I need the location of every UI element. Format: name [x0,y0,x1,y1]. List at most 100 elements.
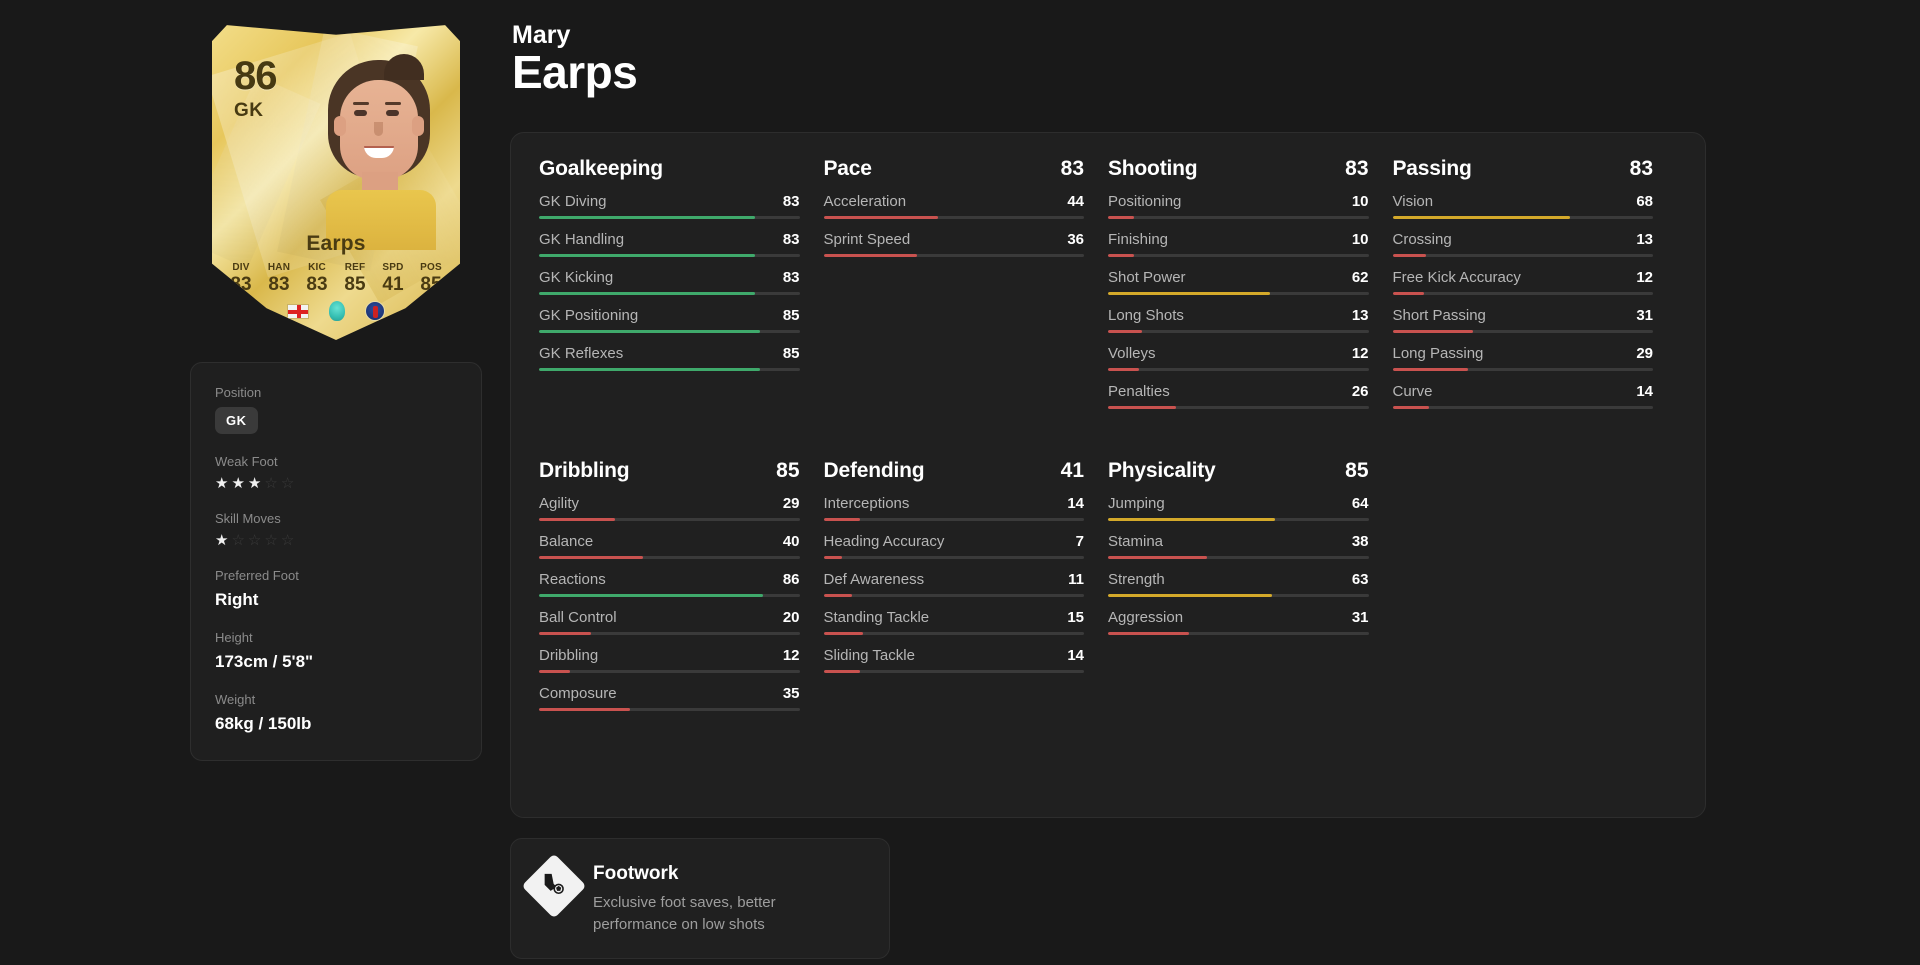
stat-name: GK Kicking [539,269,614,286]
info-preferred-foot: Preferred Foot Right [215,568,457,610]
info-weight-label: Weight [215,692,256,707]
stat-value: 14 [1067,647,1084,664]
playstyle-card-footwork[interactable]: Footwork Exclusive foot saves, better pe… [510,838,890,959]
star-icon: ☆ [280,532,295,549]
page-title: Mary Earps [512,22,638,97]
stat-value: 83 [782,193,800,210]
stat-name: Aggression [1108,609,1184,626]
info-position: Position GK [215,385,457,434]
stat-bar-track [1392,330,1653,333]
stat-bar-track [823,556,1084,559]
stat-name: Balance [539,533,594,550]
info-preferred-foot-label: Preferred Foot [215,568,299,583]
stat-value: 14 [1636,383,1653,400]
stat-bar-track [1108,254,1369,257]
stat-name: Acceleration [823,193,907,210]
stat-bar-fill [539,556,644,559]
stat-item: Vision 68 [1392,193,1653,219]
stat-item: Def Awareness 11 [823,571,1084,597]
stat-bar-track [1108,406,1369,409]
stat-item: Volleys 12 [1108,345,1369,371]
stat-bar-track [1108,632,1369,635]
stat-bar-fill [1108,368,1140,371]
stat-bar-track [539,330,800,333]
stat-name: Vision [1392,193,1434,210]
stat-bar-track [823,254,1084,257]
stat-group-header: Pace 83 [824,157,1085,181]
card-stat-key: KIC [308,262,326,273]
stat-name: Long Passing [1392,345,1484,362]
stat-name: Composure [539,685,617,702]
stat-bar-fill [823,594,853,597]
stat-bar-track [1108,216,1369,219]
info-height-label: Height [215,630,253,645]
stat-bar-track [539,368,800,371]
stat-name: GK Positioning [539,307,639,324]
star-icon: ☆ [247,532,262,549]
card-stat-key: HAN [267,262,291,273]
stat-group-header: Physicality 85 [1108,459,1369,483]
stat-value: 86 [782,571,800,588]
stat-item: Finishing 10 [1108,231,1369,257]
stat-name: Agility [539,495,580,512]
stat-bar-track [539,216,800,219]
stat-bar-fill [1108,292,1270,295]
stat-name: Penalties [1108,383,1170,400]
stat-name: Standing Tackle [823,609,930,626]
stats-row-top: Goalkeeping GK Diving 83 GK Handling 83 GK Ki… [539,157,1677,421]
stat-bar-track [1108,368,1369,371]
stat-item: Ball Control 20 [539,609,800,635]
info-skill-moves-label: Skill Moves [215,511,281,526]
stat-group-total: 83 [1629,157,1653,180]
star-icon: ★ [215,475,229,492]
stat-bar-fill [1108,330,1142,333]
stat-name: Interceptions [823,495,910,512]
stat-bar-fill [1108,556,1207,559]
england-flag-icon [287,303,309,319]
stat-bar-fill [823,632,863,635]
stat-bar-track [823,632,1084,635]
stat-bar-fill [1108,594,1273,597]
card-rating-block: 86 GK [234,56,277,120]
stat-value: 11 [1068,571,1084,588]
stat-bar-track [1108,292,1369,295]
stat-item: Dribbling 12 [539,647,800,673]
stat-value: 83 [782,231,800,248]
stat-value: 12 [1351,345,1369,362]
stat-bar-track [1392,254,1653,257]
stat-name: Ball Control [539,609,617,626]
stat-bar-track [1392,292,1653,295]
stat-bar-track [539,254,800,257]
stat-bar-track [1392,368,1653,371]
stat-value: 64 [1351,495,1369,512]
player-portrait [304,54,454,250]
info-position-label: Position [215,385,262,400]
card-stat-key: POS [420,262,442,273]
info-height-value: 173cm / 5'8" [215,652,314,671]
stat-bar-fill [1392,368,1469,371]
stat-bar-fill [1392,292,1424,295]
stat-name: Stamina [1108,533,1164,550]
stat-group-header: Defending 41 [824,459,1085,483]
stat-bar-fill [1108,518,1275,521]
stat-bar-fill [539,330,761,333]
stat-item: Agility 29 [539,495,800,521]
stat-bar-track [823,518,1084,521]
stat-value: 10 [1351,231,1369,248]
player-card[interactable]: 86 GK Earps DIV 83 HAN 83 KIC 83 REF 85 S [212,22,460,340]
stat-item: GK Kicking 83 [539,269,800,295]
stat-item: Sprint Speed 36 [823,231,1084,257]
star-icon: ★ [231,475,245,492]
stat-bar-fill [539,518,615,521]
stat-name: Free Kick Accuracy [1392,269,1521,286]
stat-group-total: 85 [1345,459,1369,482]
stat-name: Curve [1392,383,1433,400]
stat-group-header: Goalkeeping [539,157,800,181]
star-icon: ☆ [264,532,278,549]
stat-value: 10 [1351,193,1369,210]
stat-bar-track [539,708,800,711]
stat-bar-track [1108,518,1369,521]
stat-bar-fill [823,518,860,521]
stat-name: Sprint Speed [823,231,911,248]
card-stat-key: SPD [382,262,404,273]
